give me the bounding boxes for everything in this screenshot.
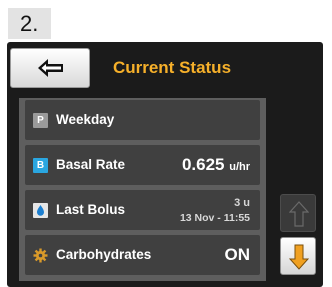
- back-button[interactable]: [10, 48, 90, 88]
- row-weekday[interactable]: P Weekday: [25, 100, 260, 140]
- profile-p-icon: P: [33, 113, 48, 128]
- row-label: Carbohydrates: [56, 247, 152, 262]
- pump-screen: Current Status P Weekday B Basal Rate 0.…: [7, 42, 323, 287]
- row-label: Last Bolus: [56, 202, 126, 217]
- step-label: 2.: [8, 8, 51, 39]
- last-bolus-amount: 3 u: [234, 197, 250, 209]
- arrow-left-icon: [38, 59, 63, 77]
- status-list: P Weekday B Basal Rate 0.625 u/hr Last B…: [19, 98, 266, 281]
- scroll-down-button[interactable]: [280, 237, 316, 275]
- drop-icon: [33, 203, 48, 218]
- row-carbohydrates[interactable]: Carbohydrates ON: [25, 235, 260, 275]
- row-label: Weekday: [56, 112, 115, 127]
- row-basal-rate[interactable]: B Basal Rate 0.625 u/hr: [25, 145, 260, 185]
- carbohydrates-value: ON: [224, 245, 251, 264]
- row-last-bolus[interactable]: Last Bolus 3 u 13 Nov - 11:55: [25, 190, 260, 230]
- arrow-up-icon: [289, 201, 309, 227]
- arrow-down-icon: [289, 244, 309, 270]
- basal-rate-unit: u/hr: [229, 161, 250, 173]
- scroll-up-button[interactable]: [280, 194, 316, 232]
- gear-icon: [33, 248, 48, 263]
- basal-rate-value: 0.625 u/hr: [181, 155, 250, 174]
- basal-b-icon: B: [33, 158, 48, 173]
- screen-title: Current Status: [112, 58, 232, 77]
- last-bolus-time: 13 Nov - 11:55: [179, 212, 250, 224]
- row-label: Basal Rate: [56, 157, 126, 172]
